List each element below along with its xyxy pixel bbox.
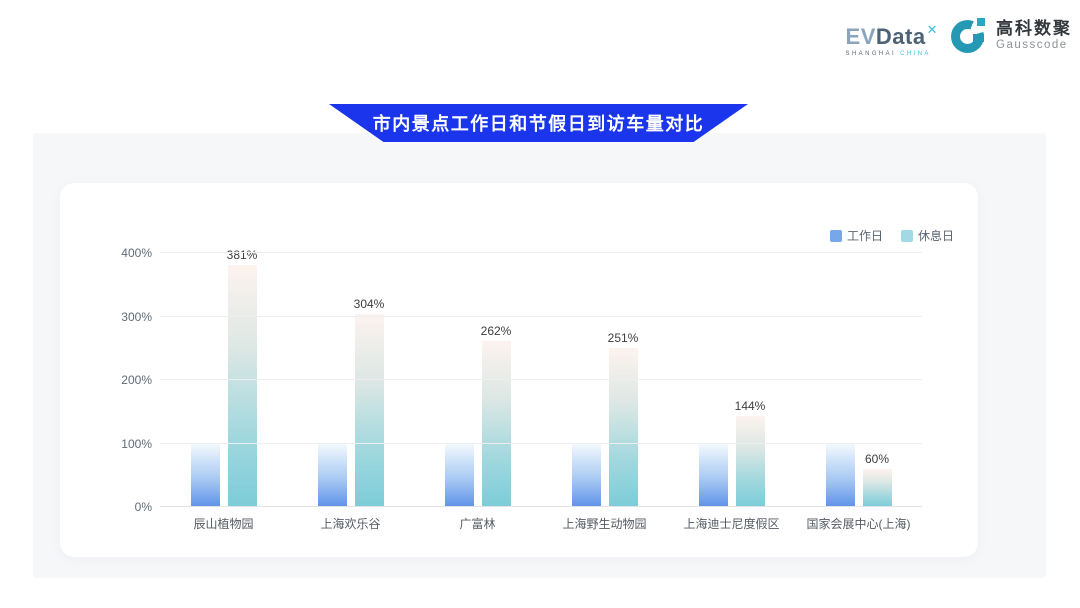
y-axis: 0%100%200%300%400% — [60, 253, 152, 507]
bar-restday-1[interactable]: 381% — [228, 265, 257, 507]
bar-group: 262% — [414, 253, 541, 507]
bar-value-label: 251% — [608, 331, 639, 345]
bar-group: 381% — [160, 253, 287, 507]
bar-workday-5[interactable] — [699, 444, 728, 508]
x-axis: 辰山植物园上海欢乐谷广富林上海野生动物园上海迪士尼度假区国家会展中心(上海) — [160, 515, 922, 532]
page-title: 市内景点工作日和节假日到访车量对比 — [373, 110, 705, 136]
gridline — [160, 443, 922, 444]
bar-restday-4[interactable]: 251% — [609, 348, 638, 507]
bar-group: 304% — [287, 253, 414, 507]
gridline — [160, 316, 922, 317]
bar-restday-2[interactable]: 304% — [355, 314, 384, 507]
evdata-logo: EVData✕ SHANGHAI CHINA — [846, 16, 938, 57]
legend-label-restday: 休息日 — [918, 227, 954, 244]
bar-group: 144% — [668, 253, 795, 507]
bar-restday-6[interactable]: 60% — [863, 469, 892, 507]
bar-value-label: 262% — [481, 324, 512, 338]
g-square-shape — [977, 18, 985, 26]
gridline — [160, 506, 922, 507]
legend-swatch-restday — [901, 230, 913, 242]
gausscode-wordmark: 高科数聚 Gausscode — [996, 19, 1072, 53]
y-tick-label: 200% — [121, 373, 152, 387]
x-tick-label: 广富林 — [414, 515, 541, 532]
x-tick-label: 上海野生动物园 — [541, 515, 668, 532]
evdata-x-icon: ✕ — [927, 22, 938, 37]
bar-value-label: 144% — [735, 399, 766, 413]
x-tick-label: 上海迪士尼度假区 — [668, 515, 795, 532]
chart-card: 工作日 休息日 0% 100% 200% 300% 400% 381% 304% 262% 2… — [60, 183, 978, 557]
content-panel: 工作日 休息日 0% 100% 200% 300% 400% 381% 304% 262% 2… — [33, 133, 1046, 578]
x-tick-label: 辰山植物园 — [160, 515, 287, 532]
evdata-subtext-china: CHINA — [900, 51, 931, 57]
gausscode-name-en: Gausscode — [996, 39, 1072, 53]
bar-value-label: 381% — [227, 248, 258, 262]
legend-label-workday: 工作日 — [847, 227, 883, 244]
legend-swatch-workday — [830, 230, 842, 242]
y-tick-label: 300% — [121, 310, 152, 324]
bar-value-label: 60% — [865, 452, 889, 466]
gausscode-logo: 高科数聚 Gausscode — [951, 16, 1072, 56]
bar-workday-1[interactable] — [191, 444, 220, 508]
bar-group: 60% — [795, 253, 922, 507]
legend-item-restday[interactable]: 休息日 — [901, 227, 954, 244]
gridline — [160, 252, 922, 253]
bar-value-label: 304% — [354, 297, 385, 311]
legend-item-workday[interactable]: 工作日 — [830, 227, 883, 244]
gridline — [160, 379, 922, 380]
bar-restday-5[interactable]: 144% — [736, 416, 765, 507]
x-tick-label: 国家会展中心(上海) — [795, 515, 922, 532]
y-tick-label: 400% — [121, 246, 152, 260]
bar-group: 251% — [541, 253, 668, 507]
g-bar-shape — [973, 34, 984, 42]
bar-workday-2[interactable] — [318, 444, 347, 508]
bar-groups: 381% 304% 262% 251% 144% 60% — [160, 253, 922, 507]
title-banner: 市内景点工作日和节假日到访车量对比 — [329, 104, 748, 142]
y-tick-label: 0% — [135, 500, 152, 514]
header-logos: EVData✕ SHANGHAI CHINA 高科数聚 Gausscode — [846, 16, 1072, 57]
gausscode-g-icon — [951, 16, 989, 56]
chart-legend: 工作日 休息日 — [830, 227, 954, 244]
plot-area: 381% 304% 262% 251% 144% 60% — [160, 253, 922, 507]
evdata-subtext: SHANGHAI CHINA — [846, 51, 938, 57]
evdata-subtext-shanghai: SHANGHAI — [846, 51, 901, 57]
evdata-ev-text: EV — [846, 24, 876, 49]
bar-restday-3[interactable]: 262% — [482, 341, 511, 507]
x-tick-label: 上海欢乐谷 — [287, 515, 414, 532]
evdata-wordmark: EVData✕ — [846, 23, 938, 48]
bar-workday-4[interactable] — [572, 444, 601, 508]
gausscode-name-cn: 高科数聚 — [996, 19, 1072, 39]
y-tick-label: 100% — [121, 437, 152, 451]
bar-workday-3[interactable] — [445, 444, 474, 508]
bar-workday-6[interactable] — [826, 444, 855, 508]
evdata-data-text: Data — [876, 24, 926, 49]
